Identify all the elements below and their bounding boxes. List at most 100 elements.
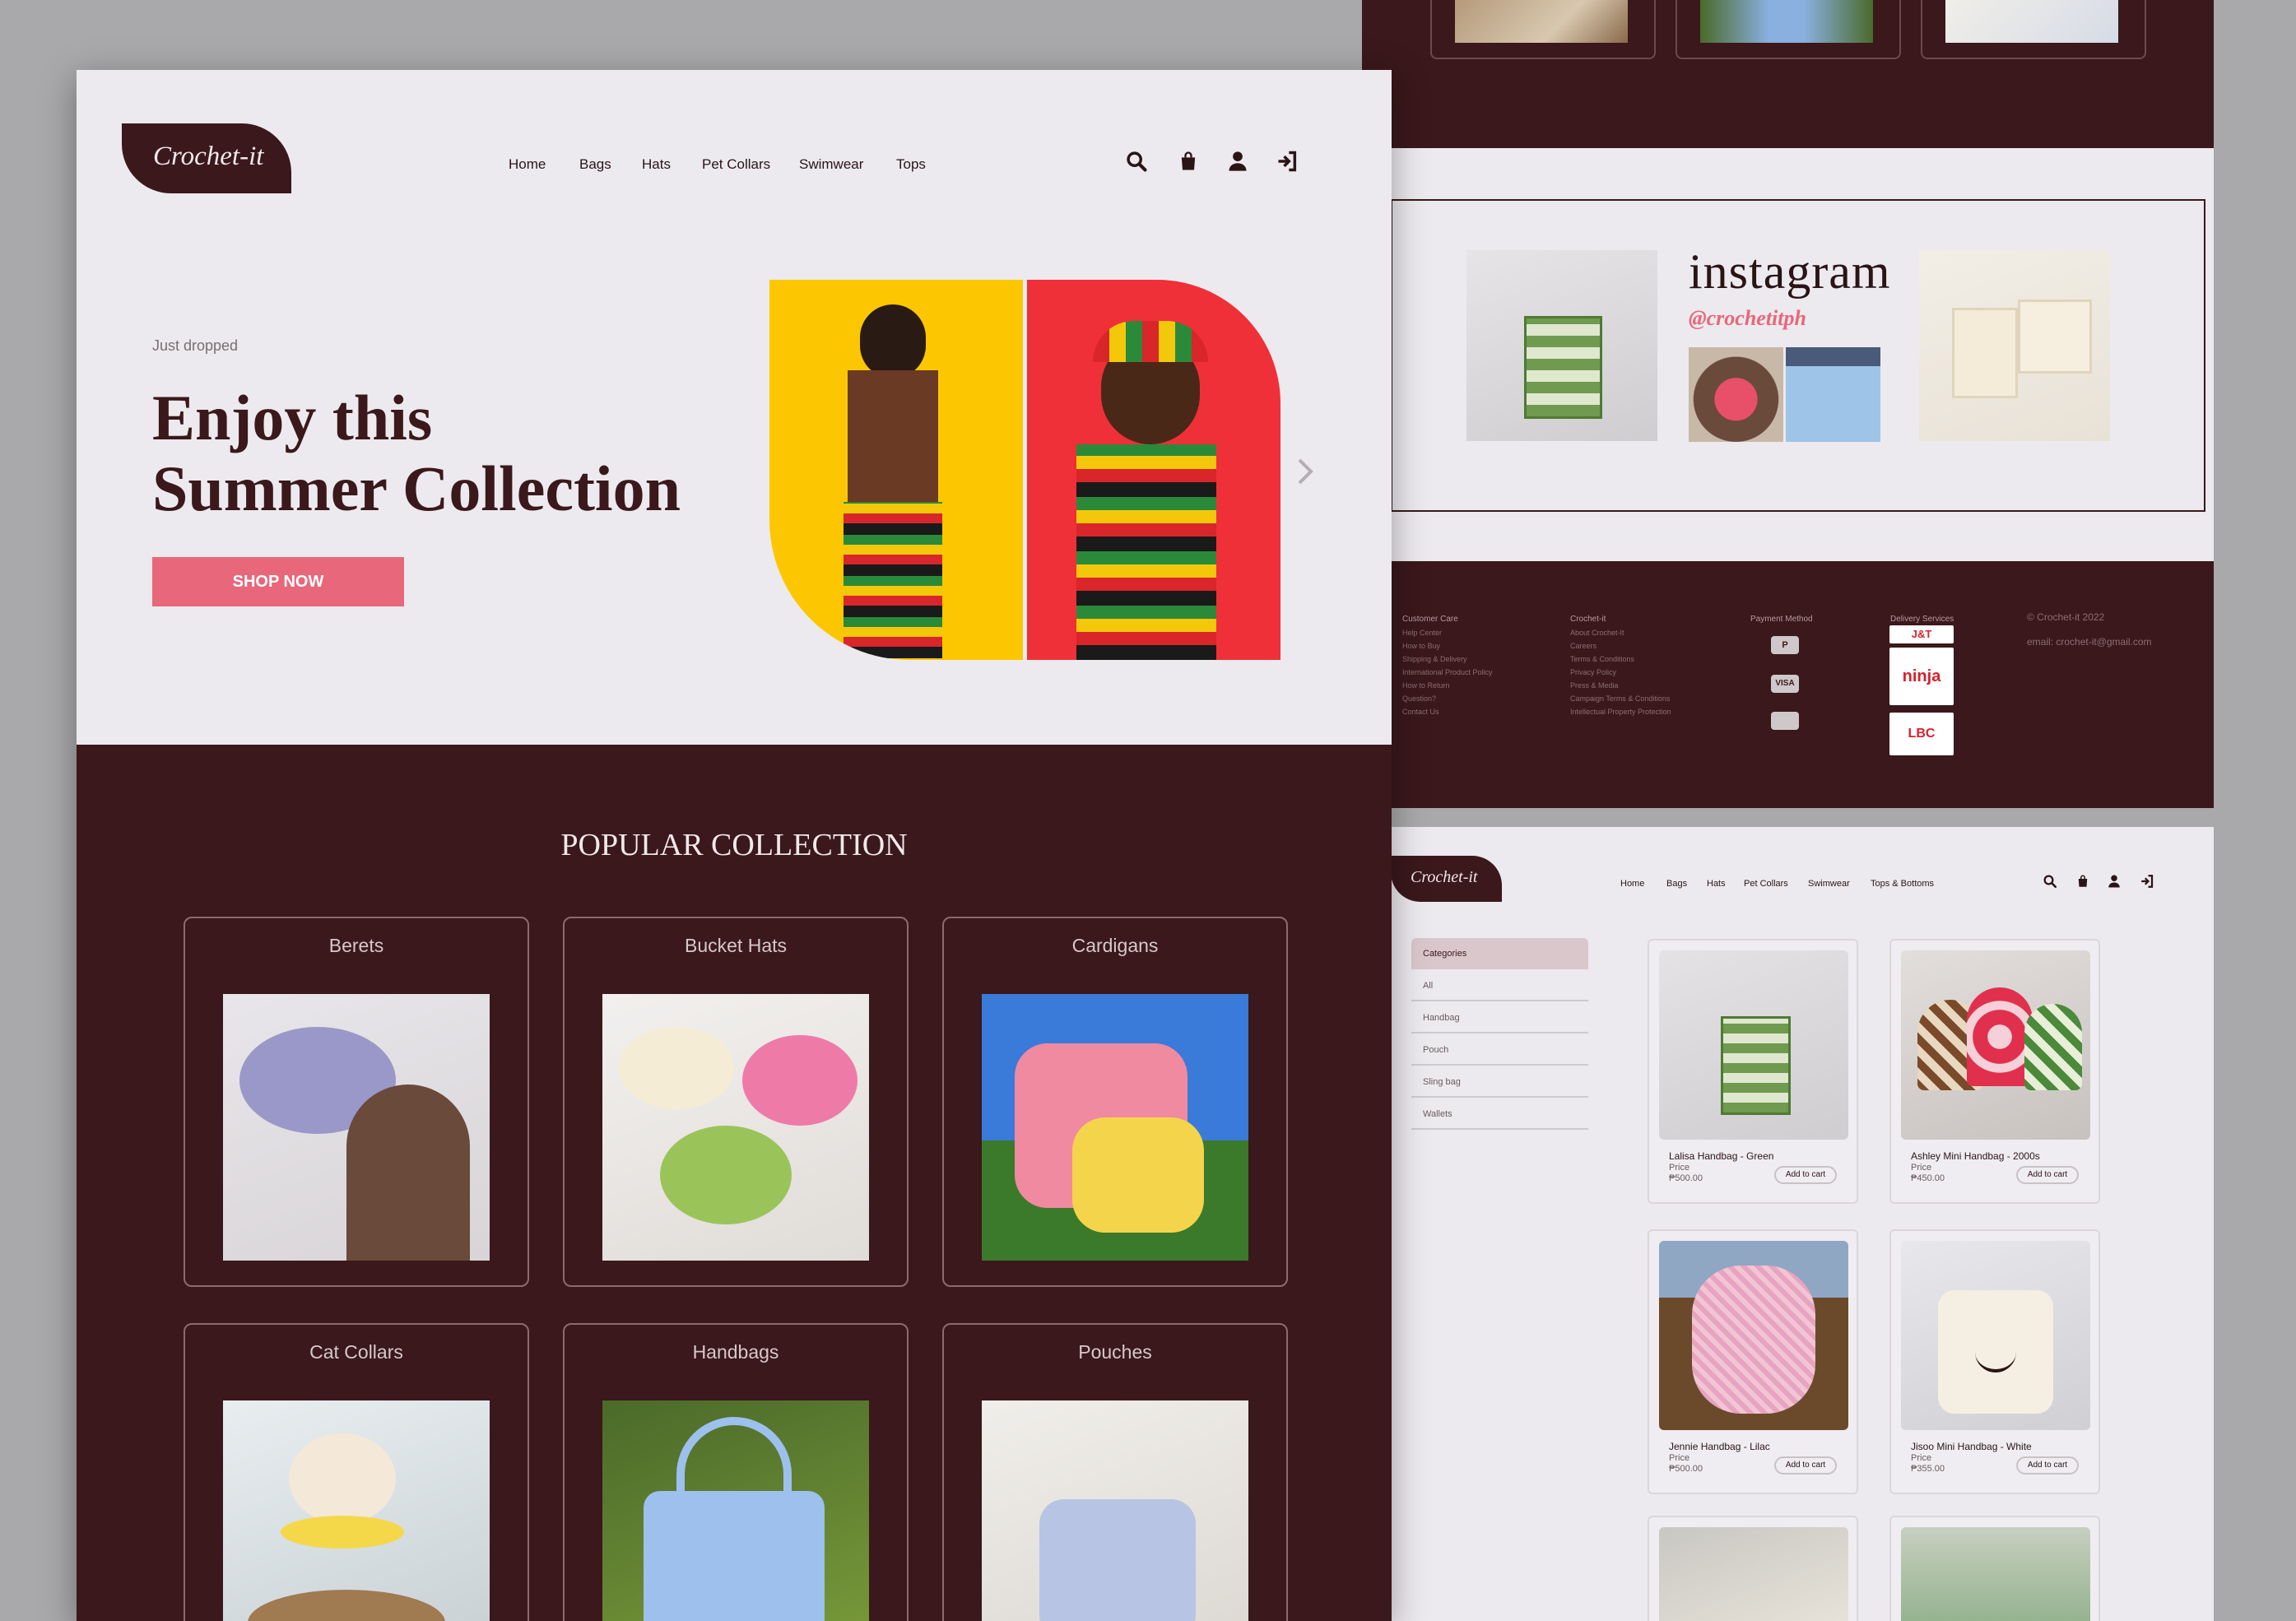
- model-head: [860, 304, 926, 379]
- instagram-post[interactable]: [1919, 250, 2110, 441]
- card-title: Handbags: [692, 1341, 779, 1363]
- site-footer: [1391, 561, 2214, 808]
- shopping-bag-icon[interactable]: [2075, 874, 2090, 889]
- nav-pet-collars[interactable]: Pet Collars: [702, 156, 770, 173]
- jt-express-logo: J&T: [1889, 625, 1954, 643]
- product-name[interactable]: Lalisa Handbag - Green: [1669, 1150, 1773, 1162]
- category-wallets[interactable]: Wallets: [1411, 1098, 1588, 1130]
- search-icon[interactable]: [2043, 874, 2057, 889]
- nav-bags[interactable]: Bags: [579, 156, 611, 173]
- footer-link[interactable]: Shipping & Delivery: [1402, 653, 1493, 666]
- product-name[interactable]: Jennie Handbag - Lilac: [1669, 1441, 1770, 1452]
- hero-image-right: [1027, 280, 1280, 660]
- category-all[interactable]: All: [1411, 969, 1588, 1001]
- product-image: [1659, 1241, 1848, 1430]
- collection-card-handbags[interactable]: Handbags: [563, 1323, 909, 1621]
- add-to-cart-button[interactable]: Add to cart: [1774, 1166, 1837, 1184]
- footer-link[interactable]: Help Center: [1402, 626, 1493, 639]
- shop-nav-home[interactable]: Home: [1620, 879, 1644, 889]
- add-to-cart-button[interactable]: Add to cart: [1774, 1456, 1837, 1475]
- nav-home[interactable]: Home: [509, 156, 546, 173]
- hat-shape: [660, 1126, 792, 1224]
- collection-card[interactable]: [1430, 0, 1656, 59]
- instagram-post[interactable]: [1786, 347, 1880, 442]
- skirt-shape: [1072, 1117, 1204, 1233]
- product-card[interactable]: [1648, 1516, 1858, 1621]
- bag-shape: [1952, 308, 2018, 398]
- shop-nav-swimwear[interactable]: Swimwear: [1808, 879, 1850, 889]
- collection-strip: [1362, 0, 2214, 148]
- product-name[interactable]: Jisoo Mini Handbag - White: [1911, 1441, 2032, 1452]
- paypal-icon: P: [1771, 636, 1799, 654]
- add-to-cart-button[interactable]: Add to cart: [2016, 1456, 2079, 1475]
- shop-nav-hats[interactable]: Hats: [1707, 879, 1726, 889]
- product-card[interactable]: Lalisa Handbag - Green Price ₱500.00 Add…: [1648, 939, 1858, 1204]
- product-name[interactable]: Ashley Mini Handbag - 2000s: [1911, 1150, 2040, 1162]
- login-icon[interactable]: [2140, 874, 2154, 889]
- category-sling-bag[interactable]: Sling bag: [1411, 1066, 1588, 1098]
- category-handbag[interactable]: Handbag: [1411, 1001, 1588, 1033]
- footer-link[interactable]: Press & Media: [1570, 679, 1671, 692]
- contact-email[interactable]: email: crochet-it@gmail.com: [2027, 636, 2152, 648]
- user-icon[interactable]: [2107, 874, 2122, 889]
- footer-link[interactable]: Intellectual Property Protection: [1570, 705, 1671, 718]
- footer-link[interactable]: Terms & Conditions: [1570, 653, 1671, 666]
- product-image: [1945, 0, 2118, 43]
- product-card[interactable]: Jennie Handbag - Lilac Price ₱500.00 Add…: [1648, 1229, 1858, 1494]
- collection-card-cat-collars[interactable]: Cat Collars: [184, 1323, 529, 1621]
- search-icon[interactable]: [1125, 150, 1148, 173]
- collection-card[interactable]: [1676, 0, 1901, 59]
- category-pouch[interactable]: Pouch: [1411, 1033, 1588, 1066]
- footer-link[interactable]: Question?: [1402, 692, 1493, 705]
- shop-logo[interactable]: Crochet-it: [1391, 856, 1502, 902]
- nav-hats[interactable]: Hats: [642, 156, 671, 173]
- product-price: ₱500.00: [1669, 1173, 1703, 1183]
- add-to-cart-button[interactable]: Add to cart: [2016, 1166, 2079, 1184]
- collection-card[interactable]: [1921, 0, 2146, 59]
- nav-swimwear[interactable]: Swimwear: [799, 156, 863, 173]
- chevron-right-icon[interactable]: [1296, 457, 1314, 486]
- shop-logo-text: Crochet-it: [1411, 868, 1478, 886]
- footer-link[interactable]: Careers: [1570, 639, 1671, 653]
- shop-nav-pet-collars[interactable]: Pet Collars: [1744, 879, 1788, 889]
- card-title: Cardigans: [1071, 935, 1159, 956]
- nav-tops[interactable]: Tops: [896, 156, 926, 173]
- shop-nav-tops-bottoms[interactable]: Tops & Bottoms: [1871, 879, 1934, 889]
- product-image: [1901, 1527, 2090, 1621]
- product-card[interactable]: Jisoo Mini Handbag - White Price ₱355.00…: [1889, 1229, 2100, 1494]
- footer-link[interactable]: Privacy Policy: [1570, 666, 1671, 679]
- product-image: [1659, 950, 1848, 1140]
- footer-link[interactable]: Contact Us: [1402, 705, 1493, 718]
- footer-delivery: Delivery Services: [1890, 613, 1954, 626]
- shop-now-button[interactable]: SHOP NOW: [152, 557, 404, 606]
- product-card[interactable]: [1889, 1516, 2100, 1621]
- striped-skirt: [844, 502, 942, 658]
- footer-link[interactable]: About Crochet-It: [1570, 626, 1671, 639]
- collection-card-bucket-hats[interactable]: Bucket Hats: [563, 917, 909, 1287]
- pouch-image: [982, 1400, 1248, 1621]
- user-icon[interactable]: [1226, 150, 1249, 173]
- instagram-handle[interactable]: @crochetitph: [1689, 306, 1806, 331]
- copyright-text: © Crochet-it 2022: [2027, 611, 2105, 623]
- collection-card-cardigans[interactable]: Cardigans: [942, 917, 1288, 1287]
- site-logo[interactable]: Crochet-it: [122, 123, 291, 193]
- collection-card-berets[interactable]: Berets: [184, 917, 529, 1287]
- collection-card-pouches[interactable]: Pouches: [942, 1323, 1288, 1621]
- product-card[interactable]: Ashley Mini Handbag - 2000s Price ₱450.0…: [1889, 939, 2100, 1204]
- shop-nav-bags[interactable]: Bags: [1666, 879, 1687, 889]
- login-icon[interactable]: [1276, 150, 1299, 173]
- instagram-post[interactable]: [1466, 250, 1657, 441]
- product-image: [1455, 0, 1628, 43]
- footer-heading: Payment Method: [1750, 615, 1813, 624]
- instagram-post[interactable]: [1689, 347, 1783, 442]
- bag-shape: [2024, 1004, 2082, 1090]
- footer-link[interactable]: How to Buy: [1402, 639, 1493, 653]
- shopping-bag-icon[interactable]: [1177, 150, 1200, 173]
- card-title: Bucket Hats: [685, 935, 787, 956]
- handbag-image: [602, 1400, 869, 1621]
- footer-link[interactable]: How to Return: [1402, 679, 1493, 692]
- footer-heading: Delivery Services: [1890, 615, 1954, 624]
- price-label: Price: [1911, 1453, 1932, 1463]
- footer-link[interactable]: International Product Policy: [1402, 666, 1493, 679]
- footer-link[interactable]: Campaign Terms & Conditions: [1570, 692, 1671, 705]
